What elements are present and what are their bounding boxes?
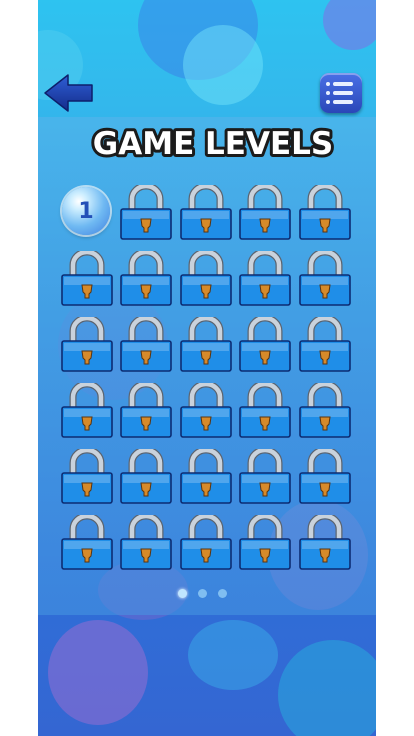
- padlock-icon: [120, 383, 172, 438]
- locked-level-18[interactable]: [179, 383, 233, 439]
- page-dot-2[interactable]: [198, 589, 207, 598]
- padlock-icon: [180, 515, 232, 570]
- locked-level-13[interactable]: [179, 317, 233, 373]
- locked-level-29[interactable]: [238, 515, 292, 571]
- padlock-icon: [239, 185, 291, 240]
- locked-level-30[interactable]: [298, 515, 352, 571]
- padlock-icon: [180, 185, 232, 240]
- locked-level-5[interactable]: [298, 185, 352, 241]
- locked-level-12[interactable]: [119, 317, 173, 373]
- locked-level-10[interactable]: [298, 251, 352, 307]
- padlock-icon: [299, 515, 351, 570]
- bg-bubble: [278, 640, 376, 736]
- level-1-button[interactable]: 1: [62, 187, 110, 235]
- locked-level-16[interactable]: [60, 383, 114, 439]
- padlock-icon: [180, 383, 232, 438]
- padlock-icon: [299, 251, 351, 306]
- bg-bubble: [138, 0, 258, 80]
- locked-level-21[interactable]: [60, 449, 114, 505]
- padlock-icon: [239, 449, 291, 504]
- padlock-icon: [120, 185, 172, 240]
- locked-level-14[interactable]: [238, 317, 292, 373]
- bg-bubble: [48, 620, 148, 725]
- locked-level-23[interactable]: [179, 449, 233, 505]
- locked-level-2[interactable]: [119, 185, 173, 241]
- locked-level-9[interactable]: [238, 251, 292, 307]
- locked-level-8[interactable]: [179, 251, 233, 307]
- locked-level-11[interactable]: [60, 317, 114, 373]
- bg-bubble: [323, 0, 376, 50]
- back-button[interactable]: [42, 72, 94, 114]
- locked-level-7[interactable]: [119, 251, 173, 307]
- locked-level-17[interactable]: [119, 383, 173, 439]
- padlock-icon: [61, 449, 113, 504]
- padlock-icon: [180, 251, 232, 306]
- locked-level-27[interactable]: [119, 515, 173, 571]
- back-arrow-icon: [44, 74, 93, 112]
- locked-level-26[interactable]: [60, 515, 114, 571]
- padlock-icon: [61, 515, 113, 570]
- padlock-icon: [61, 251, 113, 306]
- page-title-text: GAME LEVELS: [93, 126, 333, 162]
- locked-level-22[interactable]: [119, 449, 173, 505]
- padlock-icon: [239, 251, 291, 306]
- page-dot-3[interactable]: [218, 589, 227, 598]
- padlock-icon: [180, 317, 232, 372]
- locked-level-20[interactable]: [298, 383, 352, 439]
- padlock-icon: [299, 449, 351, 504]
- locked-level-24[interactable]: [238, 449, 292, 505]
- locked-level-6[interactable]: [60, 251, 114, 307]
- level-number: 1: [78, 198, 94, 224]
- locked-level-28[interactable]: [179, 515, 233, 571]
- padlock-icon: [120, 317, 172, 372]
- padlock-icon: [120, 449, 172, 504]
- padlock-icon: [61, 317, 113, 372]
- locked-level-3[interactable]: [179, 185, 233, 241]
- padlock-icon: [61, 383, 113, 438]
- locked-level-25[interactable]: [298, 449, 352, 505]
- bg-bubble: [188, 620, 278, 690]
- page-indicator: [178, 589, 238, 599]
- page-dot-1[interactable]: [178, 589, 187, 598]
- padlock-icon: [120, 251, 172, 306]
- padlock-icon: [239, 383, 291, 438]
- padlock-icon: [239, 317, 291, 372]
- padlock-icon: [299, 185, 351, 240]
- padlock-icon: [120, 515, 172, 570]
- locked-level-15[interactable]: [298, 317, 352, 373]
- locked-level-19[interactable]: [238, 383, 292, 439]
- padlock-icon: [299, 317, 351, 372]
- level-list-menu-button[interactable]: [320, 73, 362, 113]
- bg-bubble: [183, 25, 263, 105]
- padlock-icon: [239, 515, 291, 570]
- padlock-icon: [299, 383, 351, 438]
- locked-level-4[interactable]: [238, 185, 292, 241]
- page-title: GAME LEVELS GAME LEVELS: [90, 123, 336, 165]
- padlock-icon: [180, 449, 232, 504]
- game-screen: GAME LEVELS GAME LEVELS 1: [38, 0, 376, 736]
